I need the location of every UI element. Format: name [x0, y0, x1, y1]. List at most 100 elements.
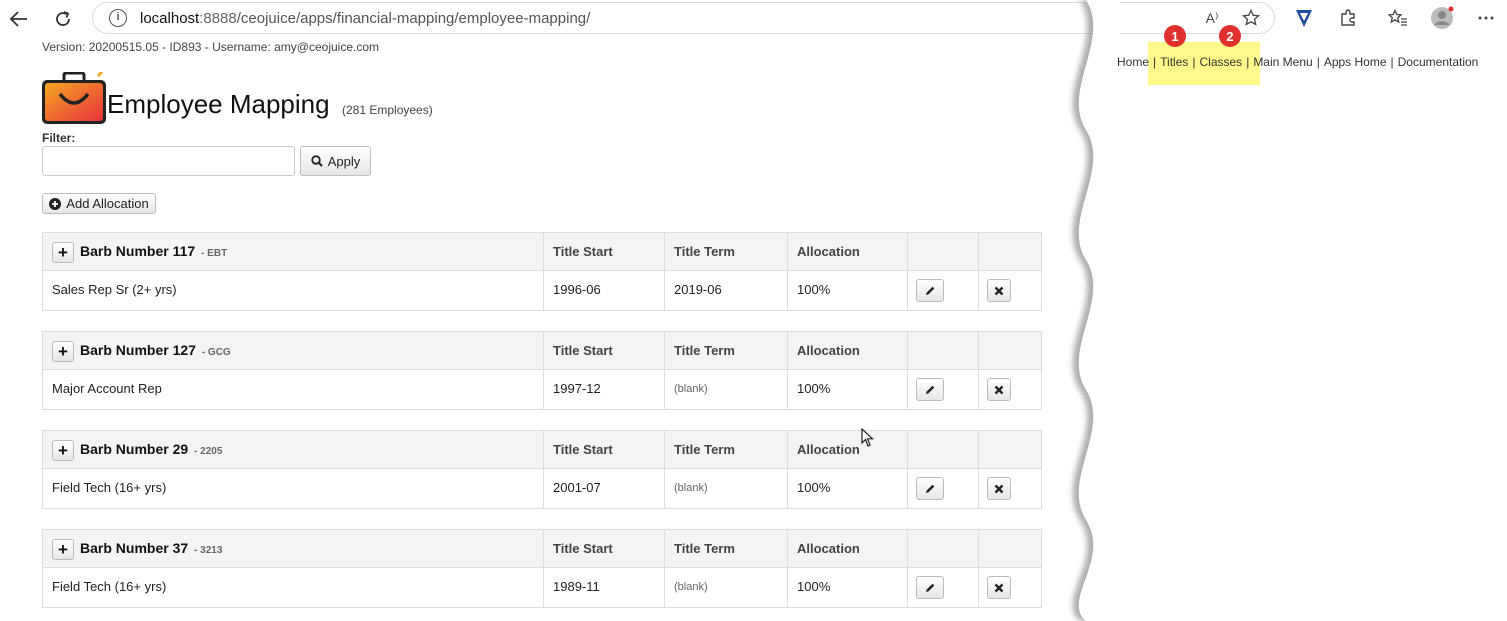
- title-start-cell: 2001-07: [543, 469, 664, 508]
- employee-name: Barb Number 29 - 2205: [80, 441, 223, 457]
- pencil-icon: [926, 385, 935, 394]
- title-term-header-cell: Title Term: [664, 233, 787, 270]
- allocation-header: Allocation: [797, 442, 860, 457]
- table-row: Sales Rep Sr (2+ yrs) 1996-06 2019-06 10…: [43, 271, 1041, 310]
- title-start-header-cell: Title Start: [543, 332, 664, 369]
- edit-cell: [907, 469, 978, 508]
- allocation-cell: 100%: [787, 271, 907, 310]
- allocation-value: 100%: [797, 381, 831, 396]
- title-term-header-cell: Title Term: [664, 332, 787, 369]
- title-term-header: Title Term: [674, 343, 735, 358]
- page-title: Employee Mapping: [107, 89, 330, 119]
- employee-header-row: + Barb Number 127 - GCG Title Start Titl…: [43, 332, 1041, 370]
- favorites-collection-icon[interactable]: [1386, 6, 1410, 30]
- expand-plus-button[interactable]: +: [52, 341, 74, 362]
- title-term-cell: (blank): [664, 568, 787, 607]
- favorite-star-icon[interactable]: [1239, 6, 1263, 30]
- employee-name-cell: + Barb Number 127 - GCG: [43, 332, 543, 369]
- edit-button[interactable]: [916, 279, 944, 302]
- allocation-cell: 100%: [787, 568, 907, 607]
- profile-avatar-icon[interactable]: [1430, 6, 1454, 30]
- edit-cell: [907, 568, 978, 607]
- employee-name-cell: + Barb Number 117 - EBT: [43, 233, 543, 270]
- allocation-header-cell: Allocation: [787, 530, 907, 567]
- expand-plus-button[interactable]: +: [52, 440, 74, 461]
- title-term-header: Title Term: [674, 541, 735, 556]
- allocation-cell: 100%: [787, 370, 907, 409]
- title-term-header-cell: Title Term: [664, 431, 787, 468]
- close-icon: [994, 385, 1004, 394]
- back-arrow-icon[interactable]: [6, 6, 32, 32]
- title-term-header: Title Term: [674, 442, 735, 457]
- delete-button[interactable]: [987, 477, 1011, 500]
- nav-main-menu[interactable]: Main Menu: [1253, 55, 1312, 69]
- extensions-puzzle-icon[interactable]: [1336, 6, 1360, 30]
- allocation-header-cell: Allocation: [787, 431, 907, 468]
- nav-home[interactable]: Home: [1117, 55, 1149, 69]
- delete-cell: [978, 370, 1041, 409]
- more-menu-icon[interactable]: [1474, 6, 1498, 30]
- step-badge-1: 1: [1164, 25, 1186, 47]
- expand-plus-button[interactable]: +: [52, 539, 74, 560]
- delete-cell: [978, 271, 1041, 310]
- delete-button[interactable]: [987, 378, 1011, 401]
- title-term-value: (blank): [674, 482, 708, 494]
- url-text: localhost:8888/ceojuice/apps/financial-m…: [140, 10, 591, 27]
- title-term-header-cell: Title Term: [664, 530, 787, 567]
- job-title: Major Account Rep: [52, 381, 162, 396]
- delete-button[interactable]: [987, 279, 1011, 302]
- delete-button[interactable]: [987, 576, 1011, 599]
- expand-plus-button[interactable]: +: [52, 242, 74, 263]
- employee-header-row: + Barb Number 29 - 2205 Title Start Titl…: [43, 431, 1041, 469]
- allocation-value: 100%: [797, 579, 831, 594]
- edit-header-cell: [907, 233, 978, 270]
- edit-button[interactable]: [916, 378, 944, 401]
- edit-button[interactable]: [916, 477, 944, 500]
- job-title: Field Tech (16+ yrs): [52, 579, 167, 594]
- title-start-header: Title Start: [553, 442, 613, 457]
- title-term-value: (blank): [674, 581, 708, 593]
- table-row: Major Account Rep 1997-12 (blank) 100%: [43, 370, 1041, 409]
- title-start-header-cell: Title Start: [543, 530, 664, 567]
- edit-header-cell: [907, 332, 978, 369]
- table-row: Field Tech (16+ yrs) 1989-11 (blank) 100…: [43, 568, 1041, 607]
- nav-apps-home[interactable]: Apps Home: [1324, 55, 1387, 69]
- filter-input[interactable]: [42, 146, 295, 176]
- allocation-value: 100%: [797, 282, 831, 297]
- title-start-header: Title Start: [553, 244, 613, 259]
- top-nav: Home | Titles | Classes | Main Menu | Apps Home |…: [1117, 55, 1478, 69]
- title-start-cell: 1989-11: [543, 568, 664, 607]
- title-start-value: 2001-07: [553, 480, 601, 495]
- title-start-header: Title Start: [553, 541, 613, 556]
- mouse-cursor-icon: [861, 428, 875, 447]
- allocation-value: 100%: [797, 480, 831, 495]
- step-badge-2: 2: [1219, 25, 1241, 47]
- edit-cell: [907, 370, 978, 409]
- employee-table: + Barb Number 37 - 3213 Title Start Titl…: [42, 529, 1042, 608]
- title-start-header-cell: Title Start: [543, 431, 664, 468]
- employee-header-row: + Barb Number 117 - EBT Title Start Titl…: [43, 233, 1041, 271]
- employee-table: + Barb Number 127 - GCG Title Start Titl…: [42, 331, 1042, 410]
- nav-documentation[interactable]: Documentation: [1398, 55, 1479, 69]
- employee-code: - 2205: [194, 446, 223, 457]
- title-start-value: 1996-06: [553, 282, 601, 297]
- add-allocation-button[interactable]: Add Allocation: [42, 193, 156, 214]
- shield-extension-icon[interactable]: [1292, 6, 1316, 30]
- title-term-cell: (blank): [664, 469, 787, 508]
- job-title-cell: Major Account Rep: [43, 370, 543, 409]
- add-allocation-label: Add Allocation: [66, 196, 149, 211]
- filter-label: Filter:: [42, 131, 76, 145]
- refresh-icon[interactable]: [50, 6, 76, 32]
- apply-button[interactable]: Apply: [300, 146, 371, 176]
- read-aloud-icon[interactable]: A⁾: [1200, 6, 1224, 30]
- allocation-header: Allocation: [797, 541, 860, 556]
- site-info-icon[interactable]: i: [109, 9, 127, 27]
- edit-button[interactable]: [916, 576, 944, 599]
- employee-code: - 3213: [194, 545, 223, 556]
- nav-separator: |: [1316, 55, 1320, 69]
- title-term-value: (blank): [674, 383, 708, 395]
- title-start-header-cell: Title Start: [543, 233, 664, 270]
- nav-titles[interactable]: Titles: [1160, 55, 1188, 69]
- nav-classes[interactable]: Classes: [1200, 55, 1243, 69]
- nav-separator: |: [1153, 55, 1157, 69]
